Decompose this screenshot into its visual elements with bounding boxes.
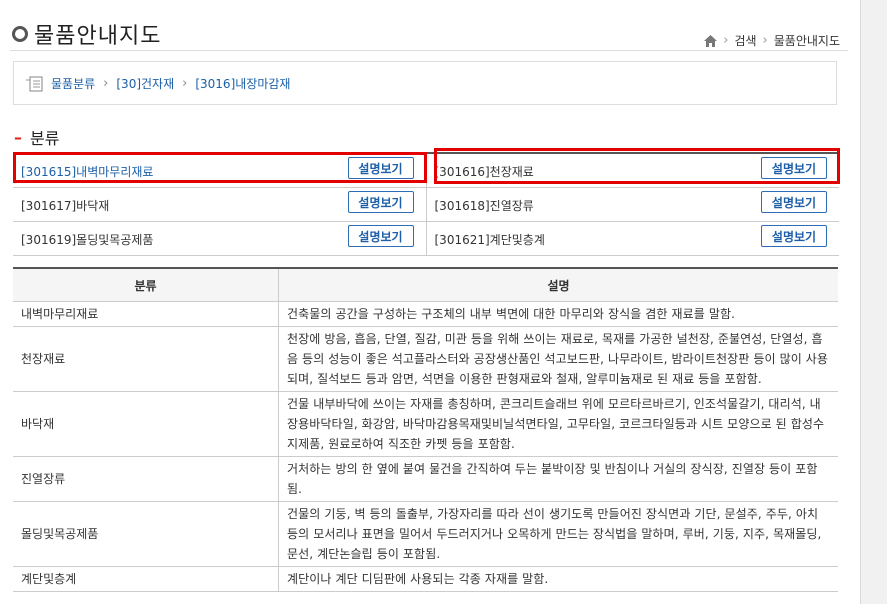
chevron-right-icon: › (103, 76, 109, 91)
category-list-icon (26, 75, 43, 92)
view-description-button[interactable]: 설명보기 (761, 157, 827, 179)
breadcrumb-link-class[interactable]: [3016]내장마감재 (195, 75, 290, 92)
description-table: 분류 설명 내벽마무리재료 건축물의 공간을 구성하는 구조체의 내부 벽면에 … (13, 267, 838, 592)
location-crumb-current: 물품안내지도 (773, 34, 840, 48)
row-description: 건축물의 공간을 구성하는 구조체의 내부 벽면에 대한 마무리와 장식을 겸한… (278, 301, 838, 327)
view-description-button[interactable]: 설명보기 (347, 191, 414, 213)
home-icon[interactable] (704, 34, 718, 47)
view-description-button[interactable]: 설명보기 (761, 225, 827, 247)
row-description: 천장에 방음, 흡음, 단열, 질감, 미관 등을 위해 쓰이는 재료로, 목재… (278, 326, 838, 392)
title-bullet-icon (12, 26, 28, 42)
table-row: 내벽마무리재료 건축물의 공간을 구성하는 구조체의 내부 벽면에 대한 마무리… (13, 301, 838, 327)
column-header-category: 분류 (13, 268, 279, 302)
category-label[interactable]: [301619]몰딩및목공제품 (21, 231, 153, 248)
row-category: 내벽마무리재료 (13, 301, 279, 327)
chevron-right-icon: › (182, 76, 188, 91)
category-breadcrumb: 물품분류 › [30]건자재 › [3016]내장마감재 (13, 61, 837, 105)
row-category: 천장재료 (13, 326, 279, 392)
category-cell: [301616]천장재료 설명보기 (426, 153, 839, 188)
category-grid: [301615]내벽마무리재료 설명보기 [301616]천장재료 설명보기 [… (13, 152, 839, 256)
row-category: 계단및층계 (13, 566, 279, 592)
page-header: 물품안내지도 › 검색 › 물품안내지도 (10, 18, 848, 52)
category-cell: [301619]몰딩및목공제품 설명보기 (13, 221, 427, 256)
row-description: 계단이나 계단 디딤판에 사용되는 각종 자재를 말함. (278, 566, 838, 592)
row-category: 몰딩및목공제품 (13, 501, 279, 567)
row-description: 건물 내부바닥에 쓰이는 자재를 총칭하며, 콘크리트슬래브 위에 모르타르바르… (278, 391, 838, 457)
category-cell: [301615]내벽마무리재료 설명보기 (13, 153, 427, 188)
breadcrumb-link-group[interactable]: [30]건자재 (116, 75, 174, 92)
title-divider (10, 50, 848, 51)
category-label[interactable]: [301621]계단및층계 (435, 231, 545, 248)
category-label[interactable]: [301617]바닥재 (21, 197, 109, 214)
row-description: 거처하는 방의 한 옆에 붙여 물건을 간직하여 두는 붙박이장 및 반침이나 … (278, 456, 838, 502)
table-row: 몰딩및목공제품 건물의 기둥, 벽 등의 돌출부, 가장자리를 따라 선이 생기… (13, 501, 838, 567)
row-category: 진열장류 (13, 456, 279, 502)
scrollbar-track[interactable] (860, 0, 887, 604)
category-cell: [301618]진열장류 설명보기 (426, 187, 839, 222)
view-description-button[interactable]: 설명보기 (347, 157, 414, 179)
location-crumb-search[interactable]: 검색 (734, 32, 756, 49)
location-breadcrumb: › 검색 › 물품안내지도 (704, 32, 840, 49)
page-title: 물품안내지도 (34, 24, 162, 49)
category-label[interactable]: [301616]천장재료 (435, 163, 534, 180)
table-row: 천장재료 천장에 방음, 흡음, 단열, 질감, 미관 등을 위해 쓰이는 재료… (13, 326, 838, 392)
heading-dash-icon: – (14, 127, 22, 147)
view-description-button[interactable]: 설명보기 (761, 191, 827, 213)
category-cell: [301617]바닥재 설명보기 (13, 187, 427, 222)
table-row: 바닥재 건물 내부바닥에 쓰이는 자재를 총칭하며, 콘크리트슬래브 위에 모르… (13, 391, 838, 457)
breadcrumb-link-root[interactable]: 물품분류 (51, 75, 95, 92)
row-description: 건물의 기둥, 벽 등의 돌출부, 가장자리를 따라 선이 생기도록 만들어진 … (278, 501, 838, 567)
category-label[interactable]: [301615]내벽마무리재료 (21, 163, 153, 180)
chevron-right-icon: › (723, 33, 729, 48)
column-header-description: 설명 (278, 268, 838, 302)
table-row: 계단및층계 계단이나 계단 디딤판에 사용되는 각종 자재를 말함. (13, 566, 838, 592)
view-description-button[interactable]: 설명보기 (347, 225, 414, 247)
section-heading: – 분류 (14, 125, 59, 149)
section-title: 분류 (30, 129, 60, 148)
category-cell: [301621]계단및층계 설명보기 (426, 221, 839, 256)
row-category: 바닥재 (13, 391, 279, 457)
category-label[interactable]: [301618]진열장류 (435, 197, 534, 214)
table-row: 진열장류 거처하는 방의 한 옆에 붙여 물건을 간직하여 두는 붙박이장 및 … (13, 456, 838, 502)
chevron-right-icon: › (762, 33, 768, 48)
